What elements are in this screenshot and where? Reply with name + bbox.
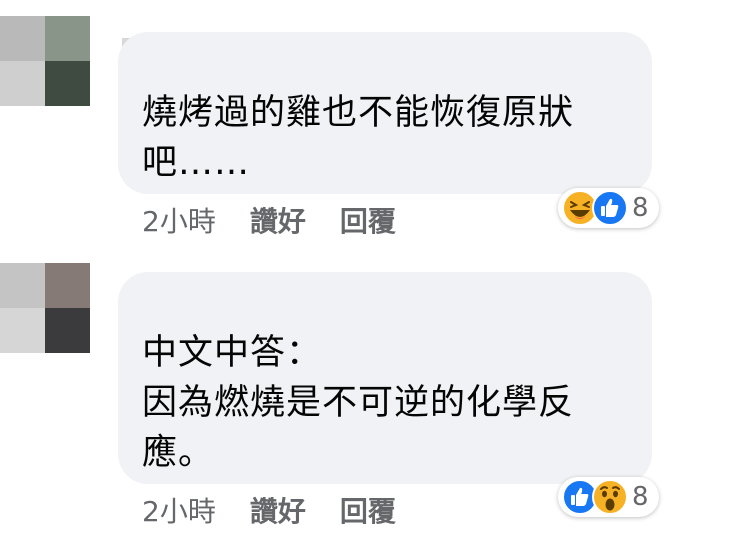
reaction-summary[interactable]: 8 — [558, 477, 659, 517]
comment-thread: 燒烤過的雞也不能恢復原狀 吧…… 2小時 讚好 回覆 8 中文中答： 因為燃燒是… — [0, 0, 750, 538]
reaction-count: 8 — [632, 482, 649, 512]
like-button[interactable]: 讚好 — [250, 490, 306, 530]
comment-actions: 2小時 讚好 回覆 — [142, 200, 430, 240]
comment-text: 燒烤過的雞也不能恢復原狀 吧…… — [142, 93, 575, 183]
comment-timestamp[interactable]: 2小時 — [142, 490, 216, 530]
avatar[interactable] — [0, 16, 90, 106]
like-button[interactable]: 讚好 — [250, 200, 306, 240]
avatar[interactable] — [0, 263, 90, 353]
reply-button[interactable]: 回覆 — [340, 490, 396, 530]
reply-button[interactable]: 回覆 — [340, 200, 396, 240]
comment-bubble: 中文中答： 因為燃燒是不可逆的化學反 應。 — [118, 272, 652, 484]
reaction-count: 8 — [632, 193, 649, 223]
comment-actions: 2小時 讚好 回覆 — [142, 490, 430, 530]
comment-bubble: 燒烤過的雞也不能恢復原狀 吧…… — [118, 32, 652, 194]
comment-timestamp[interactable]: 2小時 — [142, 200, 216, 240]
comment-text: 中文中答： 因為燃燒是不可逆的化學反 應。 — [142, 333, 575, 473]
wow-reaction-icon — [592, 479, 628, 515]
reaction-summary[interactable]: 8 — [558, 188, 659, 228]
like-reaction-icon — [592, 190, 628, 226]
